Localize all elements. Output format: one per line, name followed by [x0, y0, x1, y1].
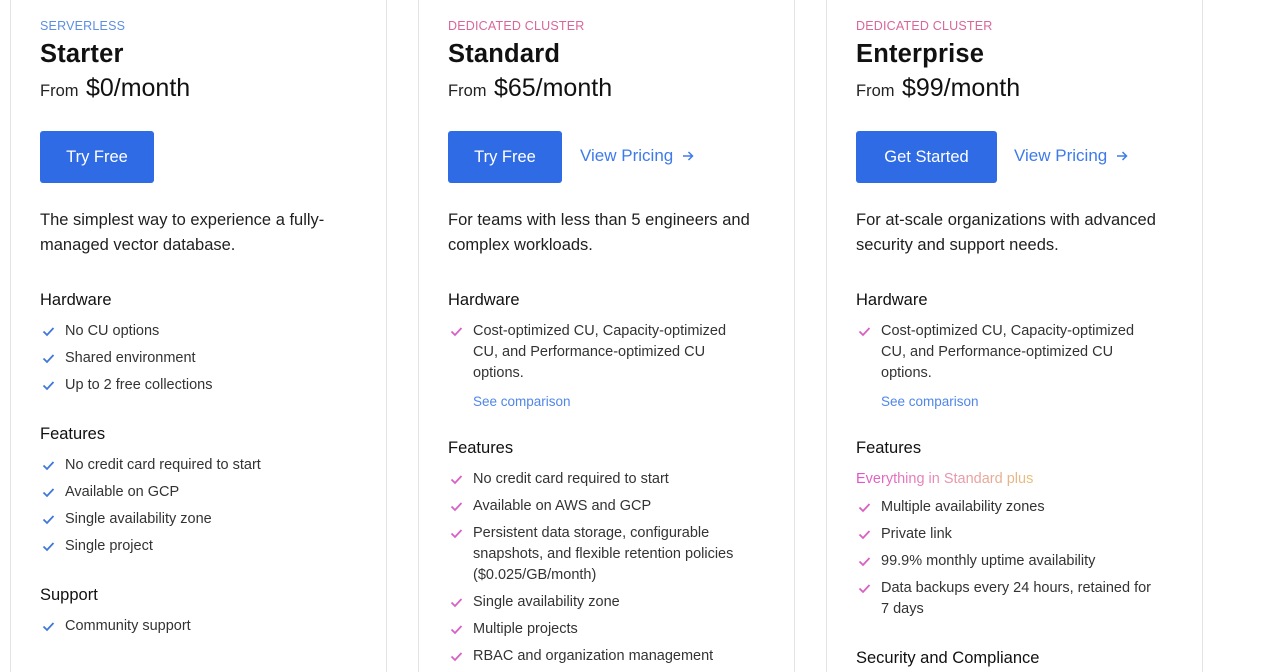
features-list: No credit card required to start Availab…	[40, 455, 340, 563]
support-title: Support	[40, 586, 98, 604]
list-item: Multiple projects	[448, 619, 758, 640]
price-prefix: From	[448, 82, 487, 100]
arrow-right-icon	[1117, 151, 1128, 161]
view-pricing-link[interactable]: View Pricing	[580, 146, 694, 166]
list-item: Cost-optimized CU, Capacity-optimized CU…	[856, 321, 1161, 384]
features-intro: Everything in Standard plus	[856, 471, 1034, 487]
list-item: Cost-optimized CU, Capacity-optimized CU…	[448, 321, 753, 384]
list-item: Shared environment	[40, 348, 340, 369]
check-icon	[858, 557, 871, 567]
check-icon	[42, 622, 55, 632]
list-item: Multiple availability zones	[856, 497, 1161, 518]
price-amount: $99/month	[901, 74, 1021, 102]
price-prefix: From	[856, 82, 895, 100]
check-icon	[42, 542, 55, 552]
hardware-title: Hardware	[856, 291, 928, 309]
check-icon	[42, 354, 55, 364]
list-item: No credit card required to start	[448, 469, 758, 490]
list-item: Single availability zone	[448, 592, 758, 613]
view-pricing-link[interactable]: View Pricing	[1014, 146, 1128, 166]
get-started-button[interactable]: Get Started	[856, 131, 997, 183]
hardware-title: Hardware	[40, 291, 112, 309]
plan-price: From $65/month	[448, 74, 612, 103]
plan-description: The simplest way to experience a fully-m…	[40, 211, 325, 254]
check-icon	[42, 381, 55, 391]
list-item: No CU options	[40, 321, 340, 342]
check-icon	[858, 327, 871, 337]
see-comparison-link[interactable]: See comparison	[473, 394, 571, 409]
hardware-list: Cost-optimized CU, Capacity-optimized CU…	[856, 321, 1161, 390]
list-item: Persistent data storage, configurable sn…	[448, 523, 758, 586]
view-pricing-label: View Pricing	[580, 146, 674, 165]
plan-name: Starter	[40, 40, 124, 68]
plan-card-standard: DEDICATED CLUSTER Standard From $65/mont…	[418, 0, 795, 672]
hardware-list: Cost-optimized CU, Capacity-optimized CU…	[448, 321, 753, 390]
list-item: Data backups every 24 hours, retained fo…	[856, 578, 1161, 620]
price-amount: $0/month	[85, 74, 191, 102]
features-list: Multiple availability zones Private link…	[856, 497, 1161, 626]
list-item: No credit card required to start	[40, 455, 340, 476]
plan-description: For teams with less than 5 engineers and…	[448, 211, 750, 254]
features-title: Features	[856, 439, 922, 457]
check-icon	[42, 515, 55, 525]
plan-name: Enterprise	[856, 40, 985, 68]
hardware-title: Hardware	[448, 291, 520, 309]
plan-price: From $0/month	[40, 74, 190, 103]
features-list: No credit card required to start Availab…	[448, 469, 758, 672]
plan-name: Standard	[448, 40, 561, 68]
check-icon	[450, 327, 463, 337]
check-icon	[858, 503, 871, 513]
features-title: Features	[40, 425, 106, 443]
list-item: Single availability zone	[40, 509, 340, 530]
check-icon	[858, 530, 871, 540]
list-item: RBAC and organization management	[448, 646, 758, 667]
try-free-button[interactable]: Try Free	[40, 131, 154, 183]
try-free-button[interactable]: Try Free	[448, 131, 562, 183]
security-compliance-title: Security and Compliance	[856, 649, 1040, 667]
plan-description: For at-scale organizations with advanced…	[856, 211, 1156, 254]
list-item: 99.9% monthly uptime availability	[856, 551, 1161, 572]
view-pricing-label: View Pricing	[1014, 146, 1108, 165]
see-comparison-link[interactable]: See comparison	[881, 394, 979, 409]
check-icon	[450, 502, 463, 512]
list-item: Single project	[40, 536, 340, 557]
check-icon	[42, 461, 55, 471]
plan-tier-label: DEDICATED CLUSTER	[856, 19, 993, 33]
hardware-list: No CU options Shared environment Up to 2…	[40, 321, 340, 402]
list-item: Available on AWS and GCP	[448, 496, 758, 517]
plan-card-enterprise: DEDICATED CLUSTER Enterprise From $99/mo…	[826, 0, 1203, 672]
plan-tier-label: SERVERLESS	[40, 19, 126, 33]
features-title: Features	[448, 439, 514, 457]
list-item: Community support	[40, 616, 340, 637]
check-icon	[450, 475, 463, 485]
arrow-right-icon	[683, 151, 694, 161]
plan-price: From $99/month	[856, 74, 1020, 103]
list-item: Private link	[856, 524, 1161, 545]
price-amount: $65/month	[493, 74, 613, 102]
list-item: Up to 2 free collections	[40, 375, 340, 396]
list-item: Available on GCP	[40, 482, 340, 503]
plan-tier-label: DEDICATED CLUSTER	[448, 19, 585, 33]
check-icon	[450, 598, 463, 608]
check-icon	[450, 652, 463, 662]
check-icon	[858, 584, 871, 594]
check-icon	[42, 488, 55, 498]
support-list: Community support	[40, 616, 340, 643]
price-prefix: From	[40, 82, 79, 100]
check-icon	[450, 529, 463, 539]
check-icon	[450, 625, 463, 635]
check-icon	[42, 327, 55, 337]
plan-card-starter: SERVERLESS Starter From $0/month Try Fre…	[10, 0, 387, 672]
